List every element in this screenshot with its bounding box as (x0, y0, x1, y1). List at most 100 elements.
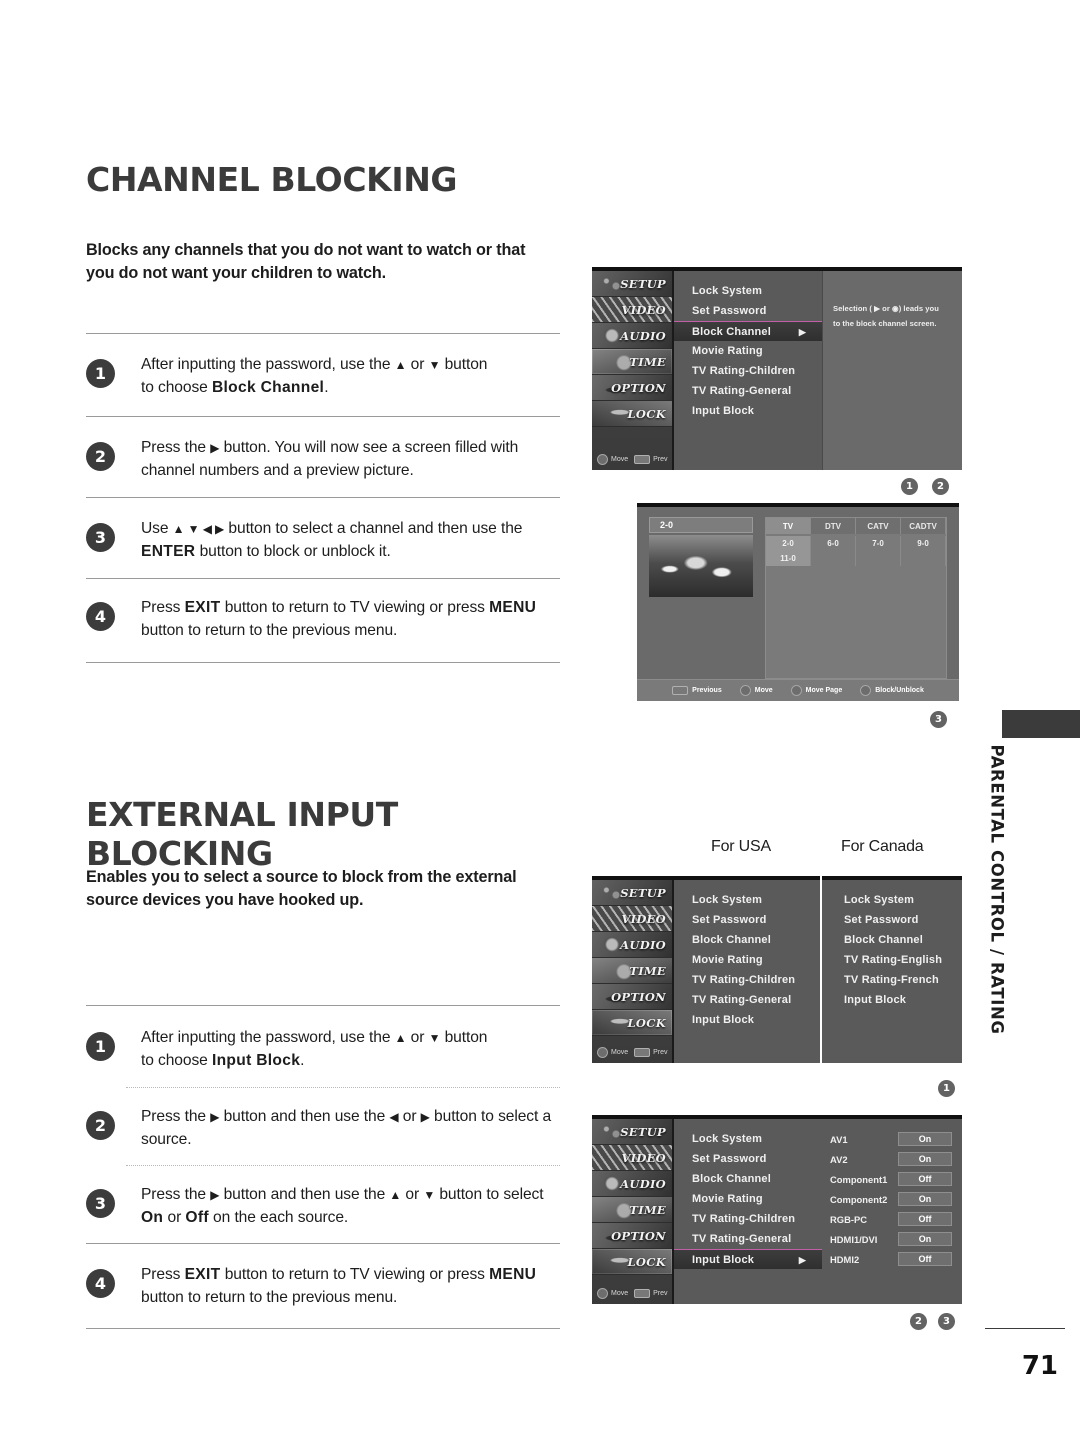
footer-move-page: Move Page (790, 685, 843, 696)
osd-menu-item-movie-rating[interactable]: Movie Rating (674, 950, 820, 970)
osd-menu-item-input-block[interactable]: Input Block (826, 990, 962, 1010)
osd-menu-item-lock-system[interactable]: Lock System (674, 281, 822, 301)
step-text-part: Press the (141, 1186, 211, 1203)
osd-menu-item-tv-rating-general[interactable]: TV Rating-General (674, 990, 820, 1010)
osd-menu-item-tv-rating-children[interactable]: TV Rating-Children (674, 361, 822, 381)
input-source-list: AV1 On AV2 On Component1 Off Component2 … (822, 1119, 962, 1304)
channel-cell[interactable]: 6-0 (811, 536, 856, 551)
osd-tab-audio[interactable]: AUDIO (592, 932, 672, 958)
step-text: Press the ▶ button. You will now see a s… (141, 436, 560, 483)
divider (86, 1328, 560, 1329)
step-text-part: or (406, 1029, 429, 1046)
channel-cell[interactable]: 2-0 (766, 536, 811, 551)
osd-menu-item-movie-rating[interactable]: Movie Rating (674, 341, 822, 361)
step-number: 3 (86, 1189, 115, 1218)
osd-tab-setup[interactable]: SETUP (592, 1119, 672, 1145)
input-source-value[interactable]: On (898, 1192, 952, 1206)
osd-menu-item-set-password[interactable]: Set Password (674, 301, 822, 321)
right-arrow-icon: ▶ (210, 1110, 220, 1124)
step-4: 4 Press EXIT button to return to TV view… (86, 583, 560, 657)
osd-menu-item-set-password[interactable]: Set Password (674, 910, 820, 930)
footer-move: Move (739, 685, 773, 696)
input-source-value[interactable]: On (898, 1152, 952, 1166)
osd-menu-item-block-channel[interactable]: Block Channel (674, 1169, 822, 1189)
step-text-part: button to return to the previous menu. (141, 622, 398, 640)
osd-menu-item-block-channel[interactable]: Block Channel (674, 930, 820, 950)
step-text-part: button to select (435, 1186, 544, 1203)
footer-block-unblock: Block/Unblock (860, 685, 924, 696)
step-text: Use ▲ ▼ ◀ ▶ button to select a channel a… (141, 517, 560, 564)
osd-tab-audio[interactable]: AUDIO (592, 323, 672, 349)
osd-tab-time[interactable]: TIME (592, 958, 672, 984)
section-side-label: PARENTAL CONTROL / RATING (987, 744, 1007, 1035)
osd-tab-setup[interactable]: SETUP (592, 271, 672, 297)
step-emphasis: Off (185, 1209, 209, 1227)
osd-menu-item-movie-rating[interactable]: Movie Rating (674, 1189, 822, 1209)
osd-tab-video[interactable]: VIDEO (592, 297, 672, 323)
divider (86, 1243, 560, 1244)
step-text: Press EXIT button to return to TV viewin… (141, 1263, 560, 1310)
osd-tab-video[interactable]: VIDEO (592, 1145, 672, 1171)
left-arrow-icon: ◀ (389, 1110, 399, 1124)
step-emphasis: ENTER (141, 543, 196, 561)
osd-menu-item-tv-rating-general[interactable]: TV Rating-General (674, 1229, 822, 1249)
osd-menu-item-block-channel[interactable]: Block Channel (826, 930, 962, 950)
input-source-value[interactable]: On (898, 1132, 952, 1146)
step-text-part: button to return to TV viewing or press (220, 599, 490, 616)
dpad-icon (597, 1047, 608, 1058)
osd-tab-time[interactable]: TIME (592, 349, 672, 375)
channel-tab-tv[interactable]: TV (766, 518, 811, 534)
channel-grid-screenshot: 2-0 TV DTV CATV CADTV 2-0 6-0 7-0 9-0 11… (637, 503, 959, 701)
input-source-label: AV1 (830, 1133, 848, 1145)
footer-move-page-label: Move Page (805, 687, 843, 694)
channel-preview: 2-0 (649, 517, 753, 679)
up-arrow-icon: ▲ (394, 358, 407, 372)
footer-move-label: Move (754, 687, 773, 694)
osd-footer: Move Prev (592, 1288, 672, 1299)
osd-menu-item-input-block[interactable]: Input Block ▶ (674, 1249, 822, 1269)
input-source-value[interactable]: Off (898, 1252, 952, 1266)
channel-cell[interactable]: 7-0 (856, 536, 901, 551)
step-3: 3 Use ▲ ▼ ◀ ▶ button to select a channel… (86, 504, 560, 578)
osd-tab-label: VIDEO (621, 1150, 666, 1165)
osd-menu-item-set-password[interactable]: Set Password (674, 1149, 822, 1169)
osd-menu-item-tv-rating-children[interactable]: TV Rating-Children (674, 970, 820, 990)
osd-menu-item-lock-system[interactable]: Lock System (674, 1129, 822, 1149)
osd-menu-item-tv-rating-english[interactable]: TV Rating-English (826, 950, 962, 970)
channel-tab-dtv[interactable]: DTV (811, 518, 856, 534)
channel-tab-catv[interactable]: CATV (856, 518, 901, 534)
channel-cell[interactable]: 11-0 (766, 551, 811, 566)
osd-tab-video[interactable]: VIDEO (592, 906, 672, 932)
osd-menu-item-input-block[interactable]: Input Block (674, 1010, 820, 1030)
osd-tab-time[interactable]: TIME (592, 1197, 672, 1223)
osd-tab-option[interactable]: OPTION (592, 984, 672, 1010)
osd-menu-item-tv-rating-french[interactable]: TV Rating-French (826, 970, 962, 990)
osd-tab-lock[interactable]: LOCK (592, 401, 672, 427)
osd-tab-option[interactable]: OPTION (592, 375, 672, 401)
osd-tab-lock[interactable]: LOCK (592, 1010, 672, 1036)
osd-tab-lock[interactable]: LOCK (592, 1249, 672, 1275)
osd-menu-item-set-password[interactable]: Set Password (826, 910, 962, 930)
input-source-value[interactable]: Off (898, 1212, 952, 1226)
osd-tab-label: AUDIO (620, 1176, 666, 1191)
input-source-value[interactable]: On (898, 1232, 952, 1246)
osd-menu-item-block-channel[interactable]: Block Channel ▶ (674, 321, 822, 341)
channel-tab-cadtv[interactable]: CADTV (901, 518, 946, 534)
osd-tab-option[interactable]: OPTION (592, 1223, 672, 1249)
channel-cell (811, 551, 856, 566)
channel-cell[interactable]: 9-0 (901, 536, 946, 551)
osd-menu-item-tv-rating-children[interactable]: TV Rating-Children (674, 1209, 822, 1229)
input-source-value[interactable]: Off (898, 1172, 952, 1186)
current-channel-label: 2-0 (649, 517, 753, 533)
step-text: Press the ▶ button and then use the ▲ or… (141, 1183, 560, 1230)
osd-menu-item-input-block[interactable]: Input Block (674, 401, 822, 421)
osd-tab-setup[interactable]: SETUP (592, 880, 672, 906)
osd-menu-item-lock-system[interactable]: Lock System (674, 890, 820, 910)
divider-dotted (126, 1087, 560, 1088)
osd-tab-label: TIME (629, 354, 666, 369)
osd-menu-item-tv-rating-general[interactable]: TV Rating-General (674, 381, 822, 401)
osd-tab-audio[interactable]: AUDIO (592, 1171, 672, 1197)
input-source-label: HDMI2 (830, 1253, 860, 1265)
osd-menu-item-lock-system[interactable]: Lock System (826, 890, 962, 910)
osd-tab-label: TIME (629, 963, 666, 978)
